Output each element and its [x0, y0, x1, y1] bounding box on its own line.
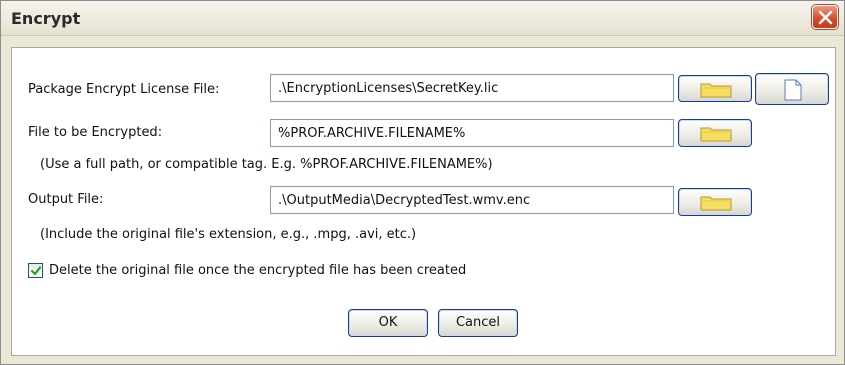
output-file-field[interactable]	[270, 186, 674, 214]
browse-license-button[interactable]	[678, 75, 752, 102]
close-button[interactable]	[812, 5, 838, 29]
dialog-title: Encrypt	[11, 9, 81, 28]
browse-input-button[interactable]	[678, 119, 752, 147]
close-icon	[818, 10, 833, 25]
folder-icon	[700, 196, 732, 211]
folder-icon	[700, 83, 732, 98]
browse-output-button[interactable]	[678, 188, 752, 216]
checkmark-icon	[30, 266, 42, 276]
title-bar[interactable]: Encrypt	[1, 1, 844, 36]
input-file-hint: (Use a full path, or compatible tag. E.g…	[40, 157, 493, 172]
output-file-label: Output File:	[28, 192, 104, 207]
input-file-label: File to be Encrypted:	[28, 125, 163, 140]
document-icon	[784, 79, 802, 101]
delete-original-label[interactable]: Delete the original file once the encryp…	[49, 263, 466, 278]
license-file-label: Package Encrypt License File:	[28, 82, 220, 97]
output-file-hint: (Include the original file's extension, …	[40, 227, 417, 242]
encrypt-dialog: Encrypt Package Encrypt License File: Fi…	[0, 0, 845, 365]
input-file-field[interactable]	[270, 119, 674, 147]
settings-panel: Package Encrypt License File: File to be…	[11, 47, 836, 356]
ok-button[interactable]: OK	[348, 309, 428, 337]
folder-icon	[700, 127, 732, 142]
new-license-button[interactable]	[755, 73, 829, 105]
license-file-field[interactable]	[270, 74, 674, 102]
cancel-button[interactable]: Cancel	[438, 309, 518, 337]
delete-original-checkbox[interactable]	[28, 263, 43, 278]
